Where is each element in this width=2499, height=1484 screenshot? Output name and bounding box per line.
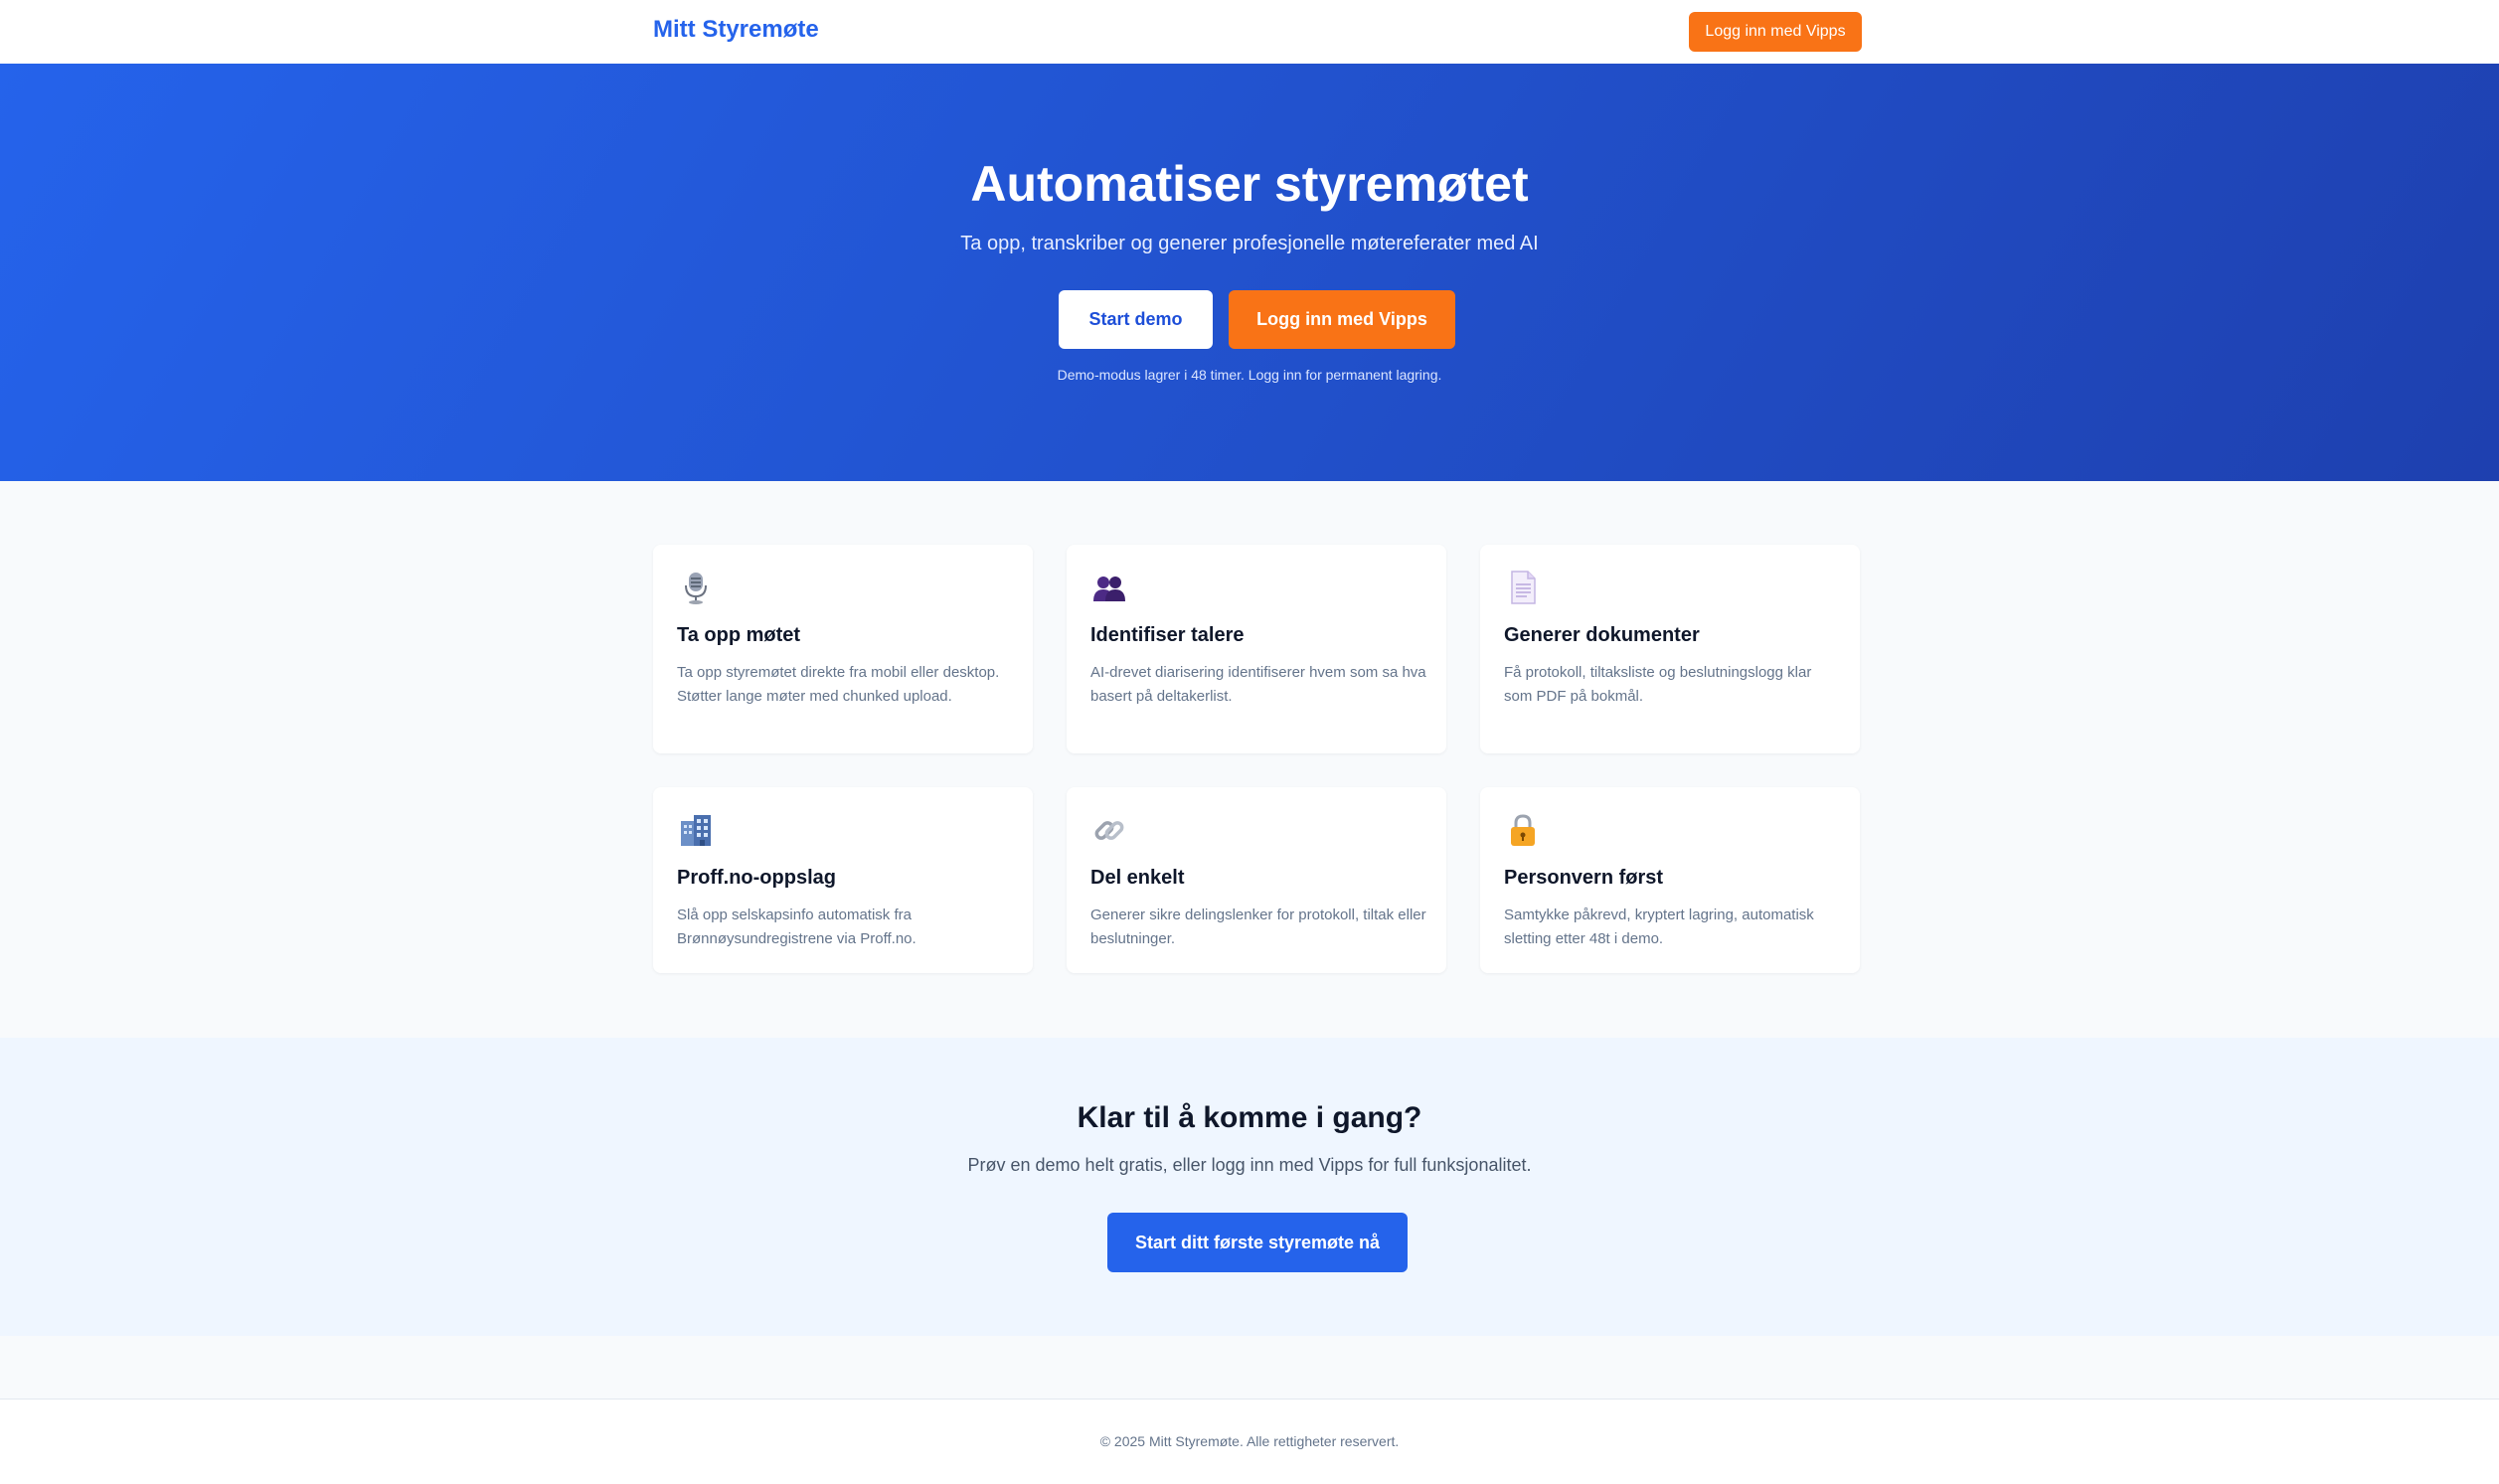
feature-card-documents: Generer dokumenter Få protokoll, tiltaks… [1480, 545, 1860, 753]
link-icon [1092, 813, 1126, 847]
start-first-meeting-button[interactable]: Start ditt første styremøte nå [1107, 1213, 1408, 1272]
feature-text: AI-drevet diarisering identifiserer hvem… [1090, 664, 1426, 705]
building-icon [679, 813, 713, 847]
footer-copyright: © 2025 Mitt Styremøte. Alle rettigheter … [1099, 1433, 1400, 1449]
people-icon [1092, 571, 1126, 604]
hero-demo-note: Demo-modus lagrer i 48 timer. Logg inn f… [1057, 367, 1442, 383]
microphone-icon [679, 571, 713, 604]
feature-text: Samtykke påkrevd, kryptert lagring, auto… [1504, 907, 1814, 947]
cta-subtitle: Prøv en demo helt gratis, eller logg inn… [967, 1155, 1532, 1175]
document-icon [1506, 571, 1540, 604]
feature-title: Ta opp møtet [677, 624, 801, 646]
feature-text: Generer sikre delingslenker for protokol… [1090, 907, 1426, 947]
hero-vipps-login-button[interactable]: Logg inn med Vipps [1229, 290, 1455, 349]
feature-text: Ta opp styremøtet direkte fra mobil elle… [677, 664, 1000, 705]
header-vipps-login-button[interactable]: Logg inn med Vipps [1689, 12, 1862, 52]
feature-text: Få protokoll, tiltaksliste og beslutning… [1504, 664, 1812, 705]
feature-title: Identifiser talere [1090, 624, 1245, 646]
brand-logo-text[interactable]: Mitt Styremøte [653, 16, 819, 44]
hero-subtitle: Ta opp, transkriber og generer profesjon… [960, 233, 1539, 254]
feature-card-proff: Proff.no-oppslag Slå opp selskapsinfo au… [653, 787, 1033, 973]
lock-icon [1506, 813, 1540, 847]
feature-card-record: Ta opp møtet Ta opp styremøtet direkte f… [653, 545, 1033, 753]
cta-section: Klar til å komme i gang? Prøv en demo he… [0, 1038, 2499, 1336]
feature-text: Slå opp selskapsinfo automatisk fra Brøn… [677, 907, 916, 947]
hero-title: Automatiser styremøtet [970, 156, 1529, 212]
feature-card-speakers: Identifiser talere AI-drevet diarisering… [1067, 545, 1446, 753]
feature-card-privacy: Personvern først Samtykke påkrevd, krypt… [1480, 787, 1860, 973]
cta-title: Klar til å komme i gang? [1077, 1101, 1422, 1134]
feature-title: Proff.no-oppslag [677, 867, 836, 889]
feature-title: Personvern først [1504, 867, 1664, 889]
feature-card-share: Del enkelt Generer sikre delingslenker f… [1067, 787, 1446, 973]
feature-title: Generer dokumenter [1504, 624, 1700, 646]
top-navbar: Mitt Styremøte Logg inn med Vipps [0, 0, 2499, 64]
start-demo-button[interactable]: Start demo [1059, 290, 1213, 349]
feature-title: Del enkelt [1090, 867, 1185, 889]
hero-section: Automatiser styremøtet Ta opp, transkrib… [0, 64, 2499, 481]
footer: © 2025 Mitt Styremøte. Alle rettigheter … [0, 1399, 2499, 1484]
